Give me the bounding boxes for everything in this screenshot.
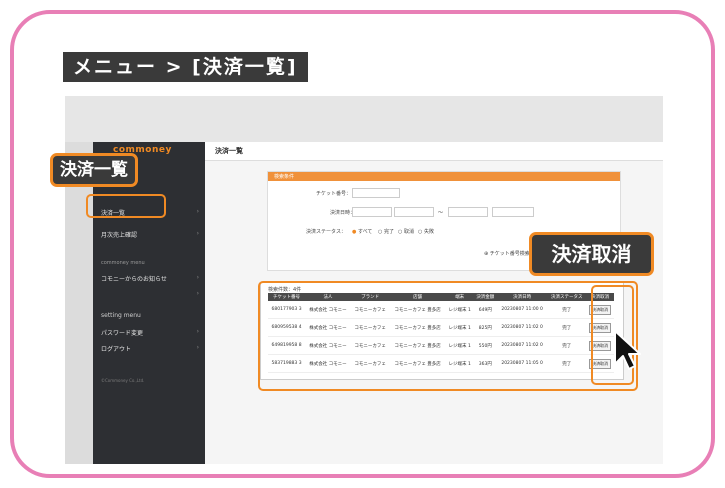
callout-payment-list: 決済一覧 xyxy=(50,153,138,187)
chevron-right-icon: › xyxy=(196,290,199,297)
status-radio-complete[interactable]: ○ 完了 xyxy=(378,228,394,235)
sidebar: commoney 決済一覧 › 月次売上確認 › commoney menu コ… xyxy=(93,142,205,464)
highlight-results-table xyxy=(258,281,638,391)
ticket-search-link[interactable]: ⊕ チケット番号検索 xyxy=(484,250,530,257)
copyright: ©Commoney Co.,Ltd. xyxy=(101,378,145,383)
time-from-input[interactable] xyxy=(394,207,434,217)
sidebar-section-setting-menu: setting menu xyxy=(101,312,141,319)
main-header: 決済一覧 xyxy=(205,142,663,161)
status-radio-cancelled[interactable]: ○ 取消 xyxy=(398,228,414,235)
search-conditions-header: 検索条件 xyxy=(268,172,620,181)
status-radio-all[interactable]: ● すべて xyxy=(352,228,372,235)
sidebar-item-password-change[interactable]: パスワード変更 xyxy=(101,328,143,337)
range-separator: 〜 xyxy=(438,210,444,216)
callout-cancel-payment: 決済取消 xyxy=(529,232,654,276)
date-from-input[interactable] xyxy=(352,207,392,217)
ticket-number-input[interactable] xyxy=(352,188,400,198)
chevron-right-icon: › xyxy=(196,208,199,215)
sidebar-item-monthly-sales[interactable]: 月次売上確認 xyxy=(101,230,137,239)
sidebar-section-commoney-menu: commoney menu xyxy=(101,260,145,266)
ticket-number-label: チケット番号： xyxy=(316,191,352,197)
date-to-input[interactable] xyxy=(448,207,488,217)
main-page-title: 決済一覧 xyxy=(215,147,243,155)
sidebar-item-logout[interactable]: ログアウト xyxy=(101,344,131,353)
page-heading: メニュー > [決済一覧] xyxy=(63,52,308,82)
app-screenshot: commoney 決済一覧 › 月次売上確認 › commoney menu コ… xyxy=(65,96,663,464)
chevron-right-icon: › xyxy=(196,328,199,335)
app-top-bar xyxy=(65,96,663,142)
chevron-right-icon: › xyxy=(196,274,199,281)
chevron-right-icon: › xyxy=(196,344,199,351)
chevron-right-icon: › xyxy=(196,230,199,237)
highlight-payment-list xyxy=(86,194,166,218)
sidebar-item-news[interactable]: コモニーからのお知らせ xyxy=(101,274,167,283)
search-conditions-label: 検索条件 xyxy=(274,174,295,180)
payment-status-label: 決済ステータス： xyxy=(306,229,347,235)
mouse-cursor-icon xyxy=(614,330,641,370)
status-radio-failed[interactable]: ○ 失敗 xyxy=(418,228,434,235)
time-to-input[interactable] xyxy=(492,207,534,217)
